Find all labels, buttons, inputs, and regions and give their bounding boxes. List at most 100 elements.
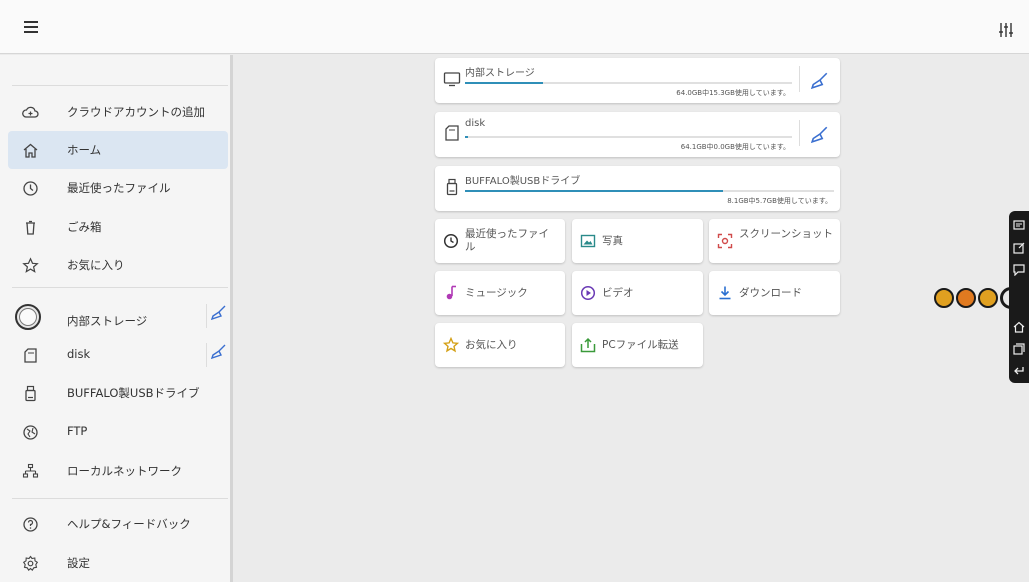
sidebar-item-usb-drive[interactable]: BUFFALO製USBドライブ <box>8 374 228 412</box>
storage-usage-bar <box>465 136 792 138</box>
sidebar-item-internal-storage[interactable]: 内部ストレージ <box>8 299 228 337</box>
storage-card-internal[interactable]: 内部ストレージ 64.0GB中15.3GB使用しています。 <box>435 58 840 103</box>
home-icon[interactable] <box>1013 321 1025 333</box>
tile-video[interactable]: ビデオ <box>572 271 703 315</box>
internal-storage-icon <box>15 304 41 330</box>
download-icon <box>719 286 731 300</box>
play-circle-icon <box>580 285 596 301</box>
monitor-icon <box>443 72 461 87</box>
tile-recent[interactable]: 最近使ったファイル <box>435 219 565 263</box>
app-bar <box>0 0 1029 54</box>
sidebar-item-ftp[interactable]: FTP <box>8 413 228 451</box>
sidebar-item-label: ローカルネットワーク <box>67 464 182 478</box>
tile-label: ミュージック <box>465 287 528 299</box>
recent-apps-icon[interactable] <box>1013 343 1025 355</box>
tile-label: PCファイル転送 <box>602 339 679 351</box>
cloud-add-icon <box>22 106 39 118</box>
storage-usage-text: 64.0GB中15.3GB使用しています。 <box>676 89 790 97</box>
tile-pc-transfer[interactable]: PCファイル転送 <box>572 323 703 367</box>
storage-usage-bar <box>465 190 834 192</box>
tile-label: お気に入り <box>465 339 518 351</box>
broom-icon[interactable] <box>811 125 829 143</box>
separator <box>799 66 800 92</box>
gear-icon <box>22 555 39 572</box>
sidebar-item-label: ごみ箱 <box>67 220 102 234</box>
sidebar-item-disk[interactable]: disk <box>8 336 228 374</box>
sidebar-item-label: disk <box>67 347 91 361</box>
storage-name: 内部ストレージ <box>465 68 535 79</box>
floating-side-toolbar <box>1009 211 1029 383</box>
broom-icon <box>210 305 226 321</box>
sidebar-item-label: 最近使ったファイル <box>67 181 171 195</box>
tile-label: ビデオ <box>602 287 634 299</box>
equalizer-settings-icon[interactable] <box>999 22 1013 38</box>
sidebar-item-trash[interactable]: ごみ箱 <box>8 208 228 246</box>
sidebar-item-recent[interactable]: 最近使ったファイル <box>8 169 228 207</box>
storage-usage-text: 64.1GB中0.0GB使用しています。 <box>680 143 790 151</box>
sd-card-icon <box>445 125 459 141</box>
storage-usage-fill <box>465 190 724 192</box>
menu-icon[interactable] <box>24 20 42 34</box>
sd-card-icon <box>24 348 37 363</box>
usb-drive-icon <box>25 385 36 402</box>
sidebar-item-label: 設定 <box>67 556 90 570</box>
pc-transfer-icon <box>580 337 596 353</box>
storage-name: disk <box>465 118 486 129</box>
broom-icon <box>210 344 226 360</box>
tile-label: ダウンロード <box>739 287 802 299</box>
divider <box>12 287 228 288</box>
sidebar-item-settings[interactable]: 設定 <box>8 544 228 582</box>
sidebar-item-home[interactable]: ホーム <box>8 131 228 169</box>
sidebar-item-help[interactable]: ヘルプ&フィードバック <box>8 505 228 543</box>
edit-icon[interactable] <box>1013 242 1025 254</box>
clean-storage-button[interactable] <box>206 343 228 367</box>
sidebar-item-label: ヘルプ&フィードバック <box>67 517 191 531</box>
message-icon[interactable] <box>1013 264 1025 276</box>
divider <box>12 498 228 499</box>
globe-icon <box>23 425 38 440</box>
app-bubble-icon[interactable] <box>978 288 998 308</box>
music-note-icon <box>446 285 456 300</box>
sidebar-item-label: BUFFALO製USBドライブ <box>67 386 200 400</box>
back-icon[interactable] <box>1013 365 1025 377</box>
storage-card-disk[interactable]: disk 64.1GB中0.0GB使用しています。 <box>435 112 840 157</box>
usb-drive-icon <box>446 178 458 196</box>
home-icon <box>23 143 38 158</box>
separator <box>799 120 800 146</box>
app-bubble-icon[interactable] <box>934 288 954 308</box>
broom-icon[interactable] <box>811 71 829 89</box>
help-icon <box>23 517 38 532</box>
storage-usage-fill <box>465 136 469 138</box>
tile-downloads[interactable]: ダウンロード <box>709 271 840 315</box>
tile-screenshots[interactable]: スクリーンショット <box>709 219 840 263</box>
storage-usage-bar <box>465 82 792 84</box>
storage-card-usb[interactable]: BUFFALO製USBドライブ 8.1GB中5.7GB使用しています。 <box>435 166 840 211</box>
sidebar-item-local-network[interactable]: ローカルネットワーク <box>8 452 228 490</box>
tile-label: 最近使ったファイル <box>465 228 549 253</box>
tile-label: スクリーンショット <box>739 228 833 240</box>
tile-photos[interactable]: 写真 <box>572 219 703 263</box>
trash-icon <box>26 220 35 235</box>
sidebar-item-label: ホーム <box>67 143 102 157</box>
storage-usage-text: 8.1GB中5.7GB使用しています。 <box>727 197 832 205</box>
tile-favorites[interactable]: お気に入り <box>435 323 565 367</box>
tile-music[interactable]: ミュージック <box>435 271 565 315</box>
storage-name: BUFFALO製USBドライブ <box>465 176 581 187</box>
clock-icon <box>23 181 38 196</box>
tile-label: 写真 <box>602 235 623 247</box>
sidebar-item-favorites[interactable]: お気に入り <box>8 246 228 284</box>
app-bubble-icon[interactable] <box>956 288 976 308</box>
screenshot-icon <box>717 233 733 249</box>
star-icon <box>22 257 39 273</box>
network-icon <box>22 463 39 478</box>
chat-icon[interactable] <box>1013 220 1025 232</box>
star-icon <box>443 337 459 353</box>
divider <box>12 85 228 86</box>
clock-icon <box>443 233 459 249</box>
sidebar-item-label: お気に入り <box>67 258 125 272</box>
sidebar-item-add-cloud[interactable]: クラウドアカウントの追加 <box>8 93 228 131</box>
sidebar-item-label: FTP <box>67 424 88 438</box>
storage-usage-fill <box>465 82 544 84</box>
image-icon <box>580 234 596 248</box>
clean-storage-button[interactable] <box>206 304 228 328</box>
